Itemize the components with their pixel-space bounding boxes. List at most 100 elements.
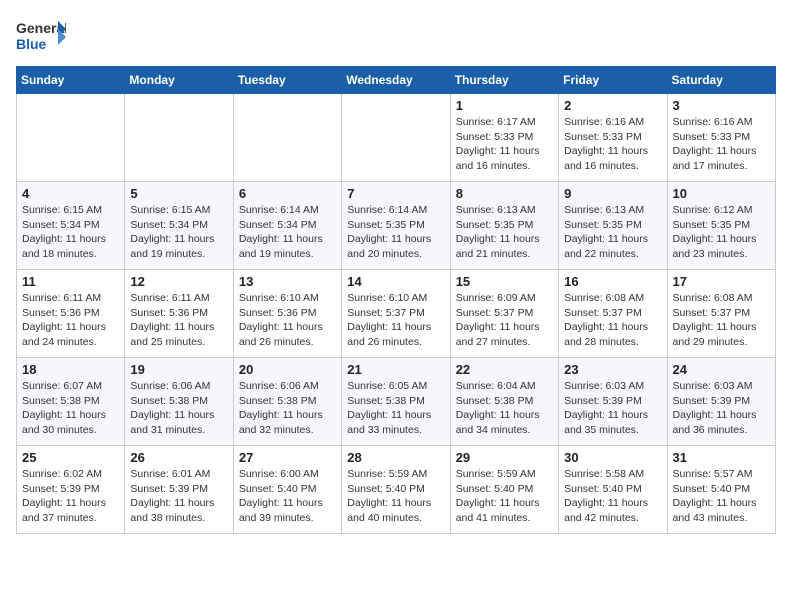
day-number: 14 xyxy=(347,274,444,289)
day-info: Sunrise: 5:59 AM Sunset: 5:40 PM Dayligh… xyxy=(347,467,444,526)
day-number: 6 xyxy=(239,186,336,201)
day-number: 30 xyxy=(564,450,661,465)
calendar-week-row: 11 Sunrise: 6:11 AM Sunset: 5:36 PM Dayli… xyxy=(17,270,776,358)
calendar-day-cell: 12 Sunrise: 6:11 AM Sunset: 5:36 PM Dayli… xyxy=(125,270,233,358)
day-number: 29 xyxy=(456,450,553,465)
day-number: 20 xyxy=(239,362,336,377)
day-info: Sunrise: 6:06 AM Sunset: 5:38 PM Dayligh… xyxy=(130,379,227,438)
calendar-week-row: 1 Sunrise: 6:17 AM Sunset: 5:33 PM Daylig… xyxy=(17,94,776,182)
calendar-day-cell: 31 Sunrise: 5:57 AM Sunset: 5:40 PM Dayli… xyxy=(667,446,775,534)
calendar-day-cell: 30Sunrise: 5:58 AM Sunset: 5:40 PM Dayli… xyxy=(559,446,667,534)
day-info: Sunrise: 5:59 AM Sunset: 5:40 PM Dayligh… xyxy=(456,467,553,526)
calendar-day-cell: 26 Sunrise: 6:01 AM Sunset: 5:39 PM Dayli… xyxy=(125,446,233,534)
day-number: 3 xyxy=(673,98,770,113)
calendar-day-cell: 28 Sunrise: 5:59 AM Sunset: 5:40 PM Dayli… xyxy=(342,446,450,534)
day-number: 7 xyxy=(347,186,444,201)
day-info: Sunrise: 6:14 AM Sunset: 5:35 PM Dayligh… xyxy=(347,203,444,262)
day-info: Sunrise: 6:16 AM Sunset: 5:33 PM Dayligh… xyxy=(564,115,661,174)
calendar-day-cell: 5 Sunrise: 6:15 AM Sunset: 5:34 PM Daylig… xyxy=(125,182,233,270)
day-number: 25 xyxy=(22,450,119,465)
day-of-week-header: Tuesday xyxy=(233,67,341,94)
day-number: 8 xyxy=(456,186,553,201)
day-info: Sunrise: 6:14 AM Sunset: 5:34 PM Dayligh… xyxy=(239,203,336,262)
calendar-day-cell: 11 Sunrise: 6:11 AM Sunset: 5:36 PM Dayli… xyxy=(17,270,125,358)
calendar-day-cell: 17 Sunrise: 6:08 AM Sunset: 5:37 PM Dayli… xyxy=(667,270,775,358)
calendar-day-cell: 18Sunrise: 6:07 AM Sunset: 5:38 PM Dayli… xyxy=(17,358,125,446)
day-number: 5 xyxy=(130,186,227,201)
day-info: Sunrise: 6:15 AM Sunset: 5:34 PM Dayligh… xyxy=(22,203,119,262)
day-info: Sunrise: 6:09 AM Sunset: 5:37 PM Dayligh… xyxy=(456,291,553,350)
day-info: Sunrise: 6:03 AM Sunset: 5:39 PM Dayligh… xyxy=(673,379,770,438)
day-number: 21 xyxy=(347,362,444,377)
svg-text:Blue: Blue xyxy=(16,36,47,52)
calendar-day-cell: 15 Sunrise: 6:09 AM Sunset: 5:37 PM Dayli… xyxy=(450,270,558,358)
calendar-day-cell: 2 Sunrise: 6:16 AM Sunset: 5:33 PM Daylig… xyxy=(559,94,667,182)
day-info: Sunrise: 6:10 AM Sunset: 5:37 PM Dayligh… xyxy=(347,291,444,350)
day-info: Sunrise: 6:05 AM Sunset: 5:38 PM Dayligh… xyxy=(347,379,444,438)
day-number: 12 xyxy=(130,274,227,289)
day-number: 26 xyxy=(130,450,227,465)
day-number: 16 xyxy=(564,274,661,289)
day-number: 9 xyxy=(564,186,661,201)
calendar-day-cell: 14 Sunrise: 6:10 AM Sunset: 5:37 PM Dayli… xyxy=(342,270,450,358)
day-of-week-header: Friday xyxy=(559,67,667,94)
calendar-day-cell: 3 Sunrise: 6:16 AM Sunset: 5:33 PM Daylig… xyxy=(667,94,775,182)
day-of-week-header: Monday xyxy=(125,67,233,94)
day-info: Sunrise: 6:02 AM Sunset: 5:39 PM Dayligh… xyxy=(22,467,119,526)
calendar-day-cell: 4 Sunrise: 6:15 AM Sunset: 5:34 PM Daylig… xyxy=(17,182,125,270)
day-number: 10 xyxy=(673,186,770,201)
day-number: 1 xyxy=(456,98,553,113)
calendar-day-cell: 19 Sunrise: 6:06 AM Sunset: 5:38 PM Dayli… xyxy=(125,358,233,446)
day-info: Sunrise: 6:00 AM Sunset: 5:40 PM Dayligh… xyxy=(239,467,336,526)
day-info: Sunrise: 6:15 AM Sunset: 5:34 PM Dayligh… xyxy=(130,203,227,262)
calendar-table: SundayMondayTuesdayWednesdayThursdayFrid… xyxy=(16,66,776,534)
calendar-header-row: SundayMondayTuesdayWednesdayThursdayFrid… xyxy=(17,67,776,94)
day-number: 19 xyxy=(130,362,227,377)
day-info: Sunrise: 6:07 AM Sunset: 5:38 PM Dayligh… xyxy=(22,379,119,438)
day-info: Sunrise: 6:11 AM Sunset: 5:36 PM Dayligh… xyxy=(22,291,119,350)
day-of-week-header: Sunday xyxy=(17,67,125,94)
day-number: 11 xyxy=(22,274,119,289)
day-number: 15 xyxy=(456,274,553,289)
day-info: Sunrise: 6:01 AM Sunset: 5:39 PM Dayligh… xyxy=(130,467,227,526)
day-number: 17 xyxy=(673,274,770,289)
day-info: Sunrise: 6:04 AM Sunset: 5:38 PM Dayligh… xyxy=(456,379,553,438)
calendar-day-cell: 23Sunrise: 6:03 AM Sunset: 5:39 PM Dayli… xyxy=(559,358,667,446)
calendar-day-cell: 20Sunrise: 6:06 AM Sunset: 5:38 PM Dayli… xyxy=(233,358,341,446)
day-info: Sunrise: 5:57 AM Sunset: 5:40 PM Dayligh… xyxy=(673,467,770,526)
day-of-week-header: Saturday xyxy=(667,67,775,94)
day-info: Sunrise: 6:08 AM Sunset: 5:37 PM Dayligh… xyxy=(673,291,770,350)
day-info: Sunrise: 6:17 AM Sunset: 5:33 PM Dayligh… xyxy=(456,115,553,174)
day-number: 24 xyxy=(673,362,770,377)
logo-icon: GeneralBlue xyxy=(16,16,66,58)
calendar-day-cell: 16 Sunrise: 6:08 AM Sunset: 5:37 PM Dayli… xyxy=(559,270,667,358)
page-header: GeneralBlue xyxy=(16,16,776,58)
day-number: 22 xyxy=(456,362,553,377)
calendar-day-cell: 24 Sunrise: 6:03 AM Sunset: 5:39 PM Dayli… xyxy=(667,358,775,446)
day-number: 2 xyxy=(564,98,661,113)
day-info: Sunrise: 6:10 AM Sunset: 5:36 PM Dayligh… xyxy=(239,291,336,350)
day-number: 31 xyxy=(673,450,770,465)
calendar-day-cell xyxy=(17,94,125,182)
day-info: Sunrise: 6:08 AM Sunset: 5:37 PM Dayligh… xyxy=(564,291,661,350)
calendar-day-cell: 29 Sunrise: 5:59 AM Sunset: 5:40 PM Dayli… xyxy=(450,446,558,534)
day-of-week-header: Wednesday xyxy=(342,67,450,94)
day-number: 28 xyxy=(347,450,444,465)
calendar-day-cell: 13Sunrise: 6:10 AM Sunset: 5:36 PM Dayli… xyxy=(233,270,341,358)
calendar-week-row: 4 Sunrise: 6:15 AM Sunset: 5:34 PM Daylig… xyxy=(17,182,776,270)
calendar-day-cell: 7 Sunrise: 6:14 AM Sunset: 5:35 PM Daylig… xyxy=(342,182,450,270)
day-info: Sunrise: 6:13 AM Sunset: 5:35 PM Dayligh… xyxy=(564,203,661,262)
day-info: Sunrise: 6:13 AM Sunset: 5:35 PM Dayligh… xyxy=(456,203,553,262)
day-info: Sunrise: 6:11 AM Sunset: 5:36 PM Dayligh… xyxy=(130,291,227,350)
calendar-week-row: 18Sunrise: 6:07 AM Sunset: 5:38 PM Dayli… xyxy=(17,358,776,446)
calendar-day-cell: 21 Sunrise: 6:05 AM Sunset: 5:38 PM Dayli… xyxy=(342,358,450,446)
calendar-day-cell xyxy=(233,94,341,182)
day-number: 23 xyxy=(564,362,661,377)
day-number: 4 xyxy=(22,186,119,201)
day-info: Sunrise: 6:16 AM Sunset: 5:33 PM Dayligh… xyxy=(673,115,770,174)
calendar-day-cell: 27 Sunrise: 6:00 AM Sunset: 5:40 PM Dayli… xyxy=(233,446,341,534)
calendar-day-cell: 22 Sunrise: 6:04 AM Sunset: 5:38 PM Dayli… xyxy=(450,358,558,446)
calendar-day-cell: 25 Sunrise: 6:02 AM Sunset: 5:39 PM Dayli… xyxy=(17,446,125,534)
calendar-day-cell xyxy=(125,94,233,182)
day-number: 27 xyxy=(239,450,336,465)
